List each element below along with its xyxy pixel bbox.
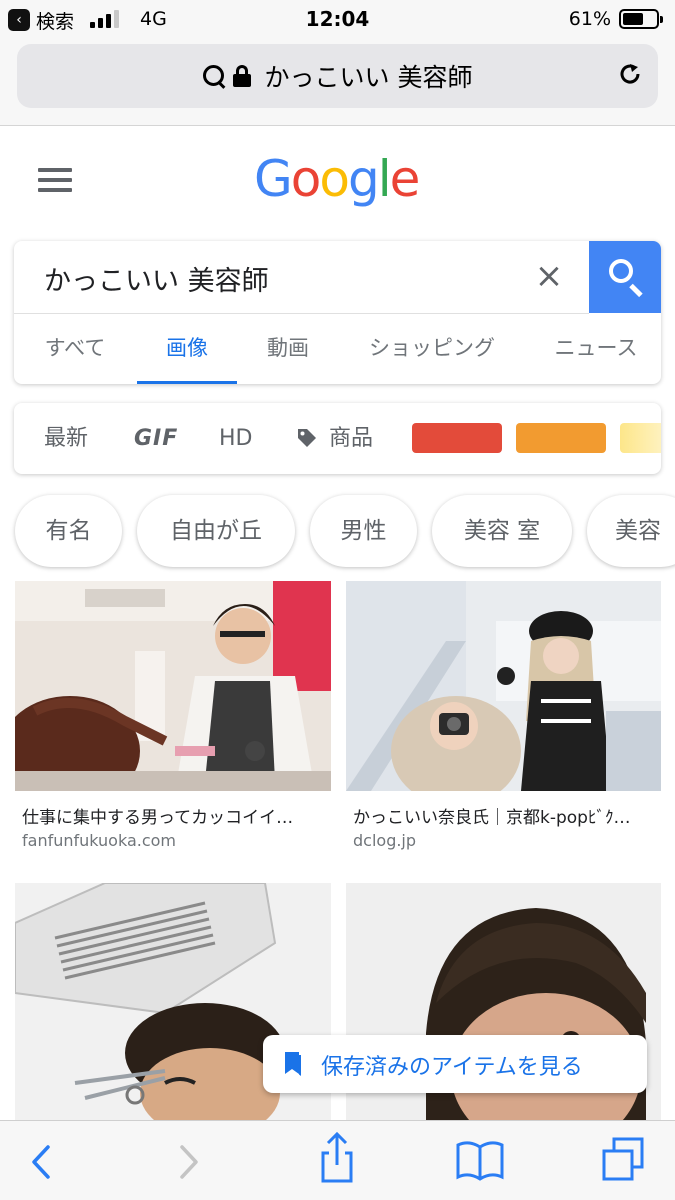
logo-letter: G [254, 150, 293, 208]
chip-famous[interactable]: 有名 [15, 495, 122, 567]
battery-percentage: 61% [568, 8, 611, 30]
status-bar: ‹ 検索 4G 12:04 61% [0, 0, 675, 38]
search-icon [202, 65, 225, 87]
tab-shopping[interactable]: ショッピング [362, 313, 502, 384]
tab-news[interactable]: ニュース [548, 313, 644, 384]
result-image-1[interactable] [15, 581, 331, 791]
search-button[interactable] [589, 241, 661, 313]
google-logo[interactable]: Google [254, 150, 421, 208]
tab-images[interactable]: 画像 [137, 313, 237, 384]
result-caption-1[interactable]: 仕事に集中する男ってカッコイイ… [22, 803, 322, 828]
color-swatch-yellow[interactable] [620, 423, 661, 453]
bookmarks-icon[interactable] [450, 1121, 510, 1200]
tag-icon [298, 429, 316, 447]
chip-jiyugaoka[interactable]: 自由が丘 [137, 495, 295, 567]
forward-icon[interactable] [160, 1121, 220, 1200]
chip-male[interactable]: 男性 [310, 495, 417, 567]
result-caption-2[interactable]: かっこいい奈良氏｜京都k-popﾋﾞｸ… [353, 803, 653, 828]
logo-letter: l [377, 150, 392, 208]
tab-videos[interactable]: 動画 [256, 313, 320, 384]
clear-icon[interactable]: × [534, 259, 564, 293]
search-tabs: すべて 画像 動画 ショッピング ニュース [14, 313, 661, 384]
address-text: かっこいい 美容師 [264, 63, 473, 92]
tab-all[interactable]: すべて [34, 313, 116, 384]
menu-icon[interactable] [38, 168, 72, 192]
search-box: かっこいい 美容師 × すべて 画像 動画 ショッピング ニュース [14, 241, 661, 384]
logo-letter: o [319, 150, 350, 208]
filter-products[interactable]: 商品 [329, 403, 373, 474]
browser-toolbar [0, 1120, 675, 1200]
battery-icon [619, 9, 663, 29]
logo-letter: g [347, 150, 380, 208]
result-source-2: dclog.jp [353, 831, 417, 850]
battery-fill [623, 13, 643, 25]
bookmark-icon [285, 1052, 301, 1076]
share-icon[interactable] [307, 1121, 367, 1200]
address-bar[interactable]: かっこいい 美容師 [17, 44, 658, 108]
browser-address-area: かっこいい 美容師 [0, 38, 675, 126]
filter-hd[interactable]: HD [219, 403, 252, 474]
lock-icon [232, 65, 251, 87]
color-swatch-red[interactable] [412, 423, 502, 453]
image-filter-bar: 最新 GIF HD 商品 [14, 403, 661, 474]
color-swatch-orange[interactable] [516, 423, 606, 453]
filter-latest[interactable]: 最新 [44, 403, 88, 474]
filter-gif[interactable]: GIF [134, 403, 178, 474]
tabs-icon[interactable] [594, 1121, 654, 1200]
result-source-1: fanfunfukuoka.com [22, 831, 177, 850]
reload-icon[interactable] [616, 60, 644, 88]
result-image-2[interactable] [346, 581, 661, 791]
saved-items-label: 保存済みのアイテムを見る [321, 1055, 583, 1080]
logo-letter: e [389, 150, 421, 208]
chip-beauty[interactable]: 美容 [587, 495, 675, 567]
search-input[interactable]: かっこいい 美容師 [44, 259, 269, 298]
chip-salon[interactable]: 美容 室 [432, 495, 572, 567]
logo-letter: o [290, 150, 322, 208]
search-icon [609, 259, 633, 283]
saved-items-button[interactable]: 保存済みのアイテムを見る [263, 1035, 647, 1093]
back-icon[interactable] [10, 1121, 70, 1200]
